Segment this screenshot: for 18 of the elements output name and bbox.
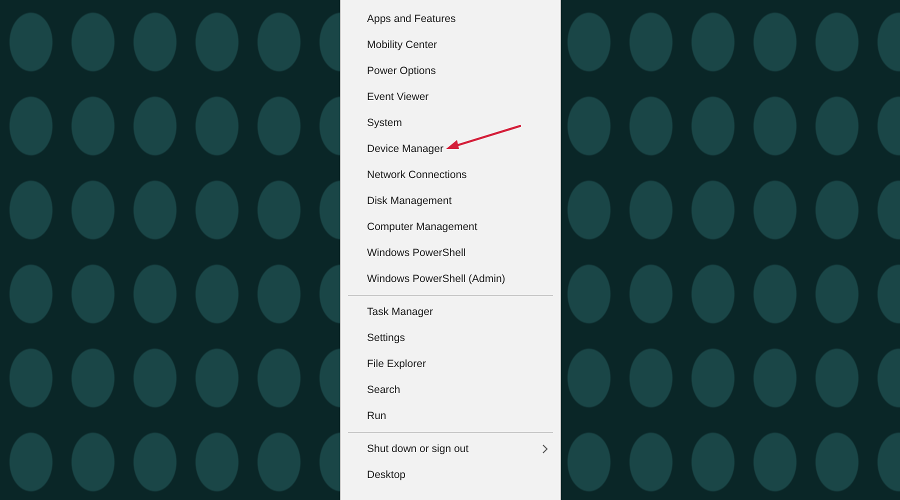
menu-item[interactable]: Device Manager xyxy=(341,136,560,162)
menu-item[interactable]: Task Manager xyxy=(341,299,560,325)
menu-item[interactable]: Shut down or sign out xyxy=(341,436,560,462)
menu-item[interactable]: Desktop xyxy=(341,462,560,488)
menu-item[interactable]: Power Options xyxy=(341,58,560,84)
menu-item[interactable]: Disk Management xyxy=(341,188,560,214)
menu-item[interactable]: Network Connections xyxy=(341,162,560,188)
menu-item[interactable]: Computer Management xyxy=(341,214,560,240)
menu-item[interactable]: Run xyxy=(341,403,560,429)
menu-item[interactable]: Mobility Center xyxy=(341,32,560,58)
menu-item[interactable]: Windows PowerShell (Admin) xyxy=(341,266,560,292)
menu-item[interactable]: File Explorer xyxy=(341,351,560,377)
menu-item[interactable]: Settings xyxy=(341,325,560,351)
menu-item[interactable]: Search xyxy=(341,377,560,403)
menu-item[interactable]: Event Viewer xyxy=(341,84,560,110)
menu-item[interactable]: Windows PowerShell xyxy=(341,240,560,266)
menu-item[interactable]: System xyxy=(341,110,560,136)
menu-item[interactable]: Apps and Features xyxy=(341,6,560,32)
